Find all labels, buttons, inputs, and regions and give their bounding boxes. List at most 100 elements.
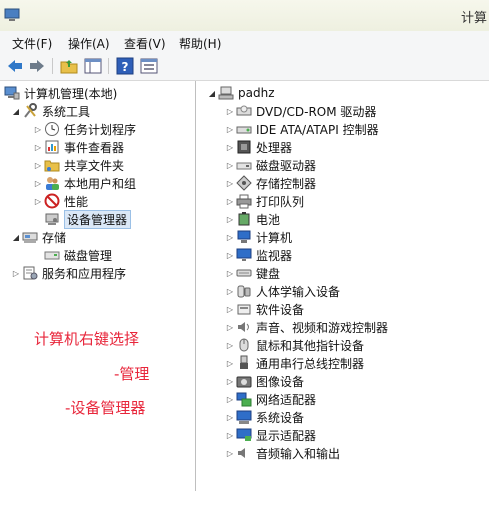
expanded-arrow-icon[interactable]: ◢ xyxy=(206,84,218,102)
device-category[interactable]: ▷ 通用串行总线控制器 xyxy=(224,354,364,372)
device-category[interactable]: ▷ 显示适配器 xyxy=(224,426,316,444)
device-category[interactable]: ▷ 图像设备 xyxy=(224,372,304,390)
device-label: 系统设备 xyxy=(256,410,305,425)
computer-management-icon xyxy=(4,8,20,21)
back-icon[interactable] xyxy=(6,57,24,75)
svg-text:?: ? xyxy=(122,60,129,74)
collapsed-arrow-icon[interactable]: ▷ xyxy=(224,354,236,372)
menu-view[interactable]: 查看(V) xyxy=(124,35,166,52)
title-bar: 计算 xyxy=(0,0,489,31)
collapsed-arrow-icon[interactable]: ▷ xyxy=(224,138,236,156)
device-category[interactable]: ▷ 软件设备 xyxy=(224,300,304,318)
expanded-arrow-icon[interactable]: ◢ xyxy=(10,228,22,246)
tree-item-device-manager[interactable]: 设备管理器 xyxy=(44,209,132,229)
device-label: 键盘 xyxy=(256,266,281,281)
processor-icon xyxy=(237,140,251,154)
help-icon[interactable]: ? xyxy=(116,57,134,75)
menu-action[interactable]: 操作(A) xyxy=(68,35,110,52)
device-category[interactable]: ▷ 人体学输入设备 xyxy=(224,282,340,300)
audio-io-icon xyxy=(238,448,245,458)
tree-item-performance[interactable]: ▷ 性能 xyxy=(32,192,88,210)
collapsed-arrow-icon[interactable]: ▷ xyxy=(224,246,236,264)
tree-label: 事件查看器 xyxy=(64,140,125,155)
show-hide-tree-icon[interactable] xyxy=(84,57,102,75)
device-category[interactable]: ▷ 监视器 xyxy=(224,246,292,264)
collapsed-arrow-icon[interactable]: ▷ xyxy=(224,372,236,390)
device-category[interactable]: ▷ IDE ATA/ATAPI 控制器 xyxy=(224,120,379,138)
collapsed-arrow-icon[interactable]: ▷ xyxy=(32,120,44,138)
monitor-icon xyxy=(236,248,252,261)
collapsed-arrow-icon[interactable]: ▷ xyxy=(224,336,236,354)
device-category[interactable]: ▷ 处理器 xyxy=(224,138,292,156)
collapsed-arrow-icon[interactable]: ▷ xyxy=(224,228,236,246)
collapsed-arrow-icon[interactable]: ▷ xyxy=(224,390,236,408)
tree-item-disk-management[interactable]: 磁盘管理 xyxy=(44,246,112,264)
collapsed-arrow-icon[interactable]: ▷ xyxy=(224,408,236,426)
menu-help[interactable]: 帮助(H) xyxy=(179,35,221,52)
device-label: 鼠标和其他指针设备 xyxy=(256,338,365,353)
collapsed-arrow-icon[interactable]: ▷ xyxy=(10,264,22,282)
up-folder-icon[interactable] xyxy=(60,57,78,75)
collapsed-arrow-icon[interactable]: ▷ xyxy=(224,264,236,282)
properties-view-icon[interactable] xyxy=(140,57,158,75)
expanded-arrow-icon[interactable]: ◢ xyxy=(10,102,22,120)
collapsed-arrow-icon[interactable]: ▷ xyxy=(32,174,44,192)
window-title: 计算 xyxy=(460,11,487,26)
tree-item-shared-folders[interactable]: ▷ 共享文件夹 xyxy=(32,156,124,174)
device-root[interactable]: ◢ padhz xyxy=(206,84,275,102)
tree-item-event-viewer[interactable]: ▷ 事件查看器 xyxy=(32,138,124,156)
bottom-edge xyxy=(0,491,489,506)
computer-management-icon xyxy=(4,86,20,100)
hid-icon xyxy=(237,285,251,298)
menu-file[interactable]: 文件(F) xyxy=(12,35,52,52)
device-category[interactable]: ▷ DVD/CD-ROM 驱动器 xyxy=(224,102,377,120)
menu-bar: 文件(F) 操作(A) 查看(V) 帮助(H) xyxy=(0,31,489,53)
collapsed-arrow-icon[interactable]: ▷ xyxy=(32,156,44,174)
event-viewer-icon xyxy=(45,140,59,154)
tree-item-root[interactable]: 计算机管理(本地) xyxy=(4,84,117,102)
device-category[interactable]: ▷ 计算机 xyxy=(224,228,292,246)
device-category[interactable]: ▷ 电池 xyxy=(224,210,280,228)
collapsed-arrow-icon[interactable]: ▷ xyxy=(224,426,236,444)
shared-folder-icon xyxy=(44,160,60,172)
collapsed-arrow-icon[interactable]: ▷ xyxy=(224,282,236,300)
system-device-icon xyxy=(236,410,252,424)
disk-management-icon xyxy=(44,251,60,260)
tree-item-services-apps[interactable]: ▷ 服务和应用程序 xyxy=(10,264,126,282)
collapsed-arrow-icon[interactable]: ▷ xyxy=(224,102,236,120)
network-adapter-icon xyxy=(236,392,252,407)
device-category[interactable]: ▷ 网络适配器 xyxy=(224,390,316,408)
tree-item-storage[interactable]: ◢ 存储 xyxy=(10,228,66,246)
collapsed-arrow-icon[interactable]: ▷ xyxy=(224,156,236,174)
device-category[interactable]: ▷ 鼠标和其他指针设备 xyxy=(224,336,364,354)
system-tools-icon xyxy=(24,103,37,118)
ide-controller-icon xyxy=(236,126,252,134)
device-category[interactable]: ▷ 音频输入和输出 xyxy=(224,444,340,462)
tree-label: 服务和应用程序 xyxy=(42,266,127,281)
forward-icon[interactable] xyxy=(28,57,46,75)
device-category[interactable]: ▷ 系统设备 xyxy=(224,408,304,426)
collapsed-arrow-icon[interactable]: ▷ xyxy=(32,138,44,156)
device-category[interactable]: ▷ 存储控制器 xyxy=(224,174,316,192)
collapsed-arrow-icon[interactable]: ▷ xyxy=(224,120,236,138)
collapsed-arrow-icon[interactable]: ▷ xyxy=(224,300,236,318)
annotation-line-2: -管理 xyxy=(114,365,150,383)
device-category[interactable]: ▷ 键盘 xyxy=(224,264,280,282)
collapsed-arrow-icon[interactable]: ▷ xyxy=(224,444,236,462)
collapsed-arrow-icon[interactable]: ▷ xyxy=(224,318,236,336)
collapsed-arrow-icon[interactable]: ▷ xyxy=(224,192,236,210)
tree-item-system-tools[interactable]: ◢ 系统工具 xyxy=(10,102,90,120)
collapsed-arrow-icon[interactable]: ▷ xyxy=(224,210,236,228)
device-category[interactable]: ▷ 声音、视频和游戏控制器 xyxy=(224,318,388,336)
collapsed-arrow-icon[interactable]: ▷ xyxy=(224,174,236,192)
tree-item-task-scheduler[interactable]: ▷ 任务计划程序 xyxy=(32,120,136,138)
toolbar: ? xyxy=(0,53,489,81)
tree-label: 磁盘管理 xyxy=(64,248,113,263)
device-category[interactable]: ▷ 打印队列 xyxy=(224,192,304,210)
device-category[interactable]: ▷ 磁盘驱动器 xyxy=(224,156,316,174)
tree-label: 共享文件夹 xyxy=(64,158,125,173)
device-label: 声音、视频和游戏控制器 xyxy=(256,320,389,335)
tree-item-local-users[interactable]: ▷ 本地用户和组 xyxy=(32,174,136,192)
collapsed-arrow-icon[interactable]: ▷ xyxy=(32,192,44,210)
device-label: 人体学输入设备 xyxy=(256,284,341,299)
